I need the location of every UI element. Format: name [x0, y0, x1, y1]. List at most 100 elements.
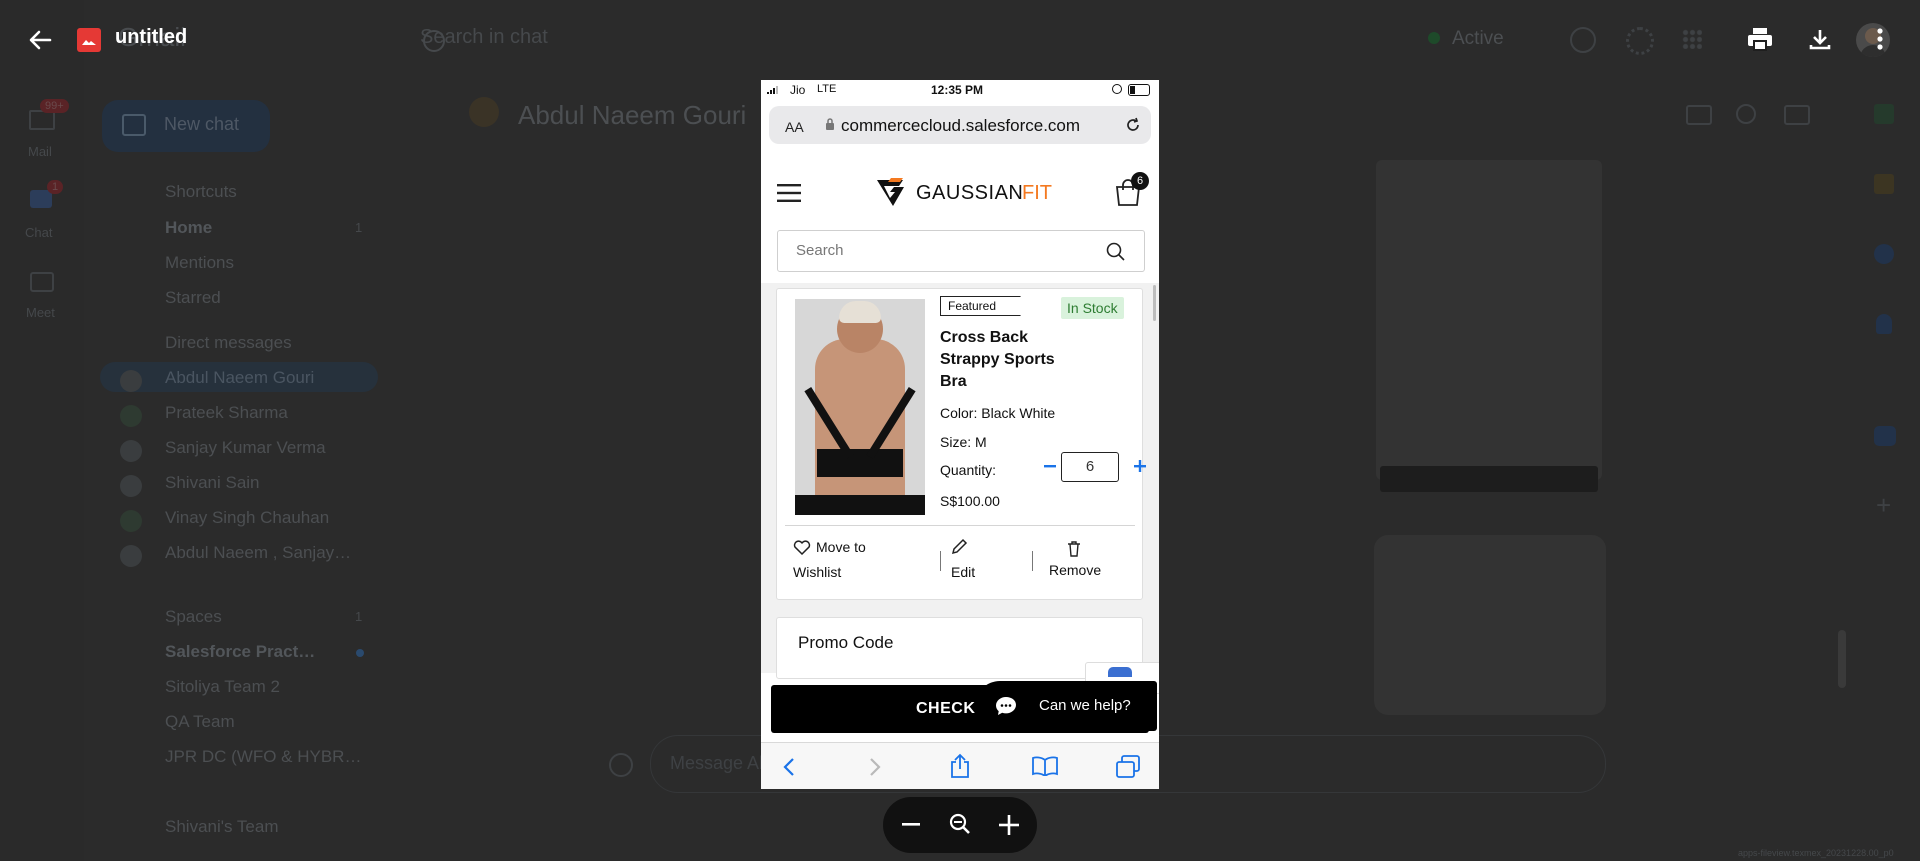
- reload-icon[interactable]: [1124, 116, 1142, 134]
- size-label: Size:: [940, 434, 972, 450]
- zoom-in-button[interactable]: [995, 811, 1023, 839]
- share-icon[interactable]: [949, 753, 971, 779]
- back-arrow-icon[interactable]: [24, 26, 56, 54]
- hamburger-menu-icon[interactable]: [777, 184, 801, 202]
- gmail-search-icon: [423, 30, 445, 52]
- in-stock-badge: In Stock: [1061, 297, 1124, 319]
- product-card: Featured In Stock Cross Back Strappy Spo…: [776, 288, 1146, 600]
- site-search-input[interactable]: Search: [777, 230, 1145, 272]
- alarm-icon: [1112, 84, 1122, 94]
- dm-item: Vinay Singh Chauhan: [165, 508, 330, 527]
- gmail-status: Active: [1452, 28, 1504, 49]
- color-label: Color:: [940, 405, 978, 421]
- add-icon: [609, 753, 633, 777]
- tasks-icon: [1874, 244, 1894, 264]
- add-app-icon: +: [1876, 490, 1892, 520]
- product-name-line: Strappy Sports: [940, 351, 1055, 368]
- divider: [940, 551, 941, 571]
- phone-screenshot: Jio LTE 12:35 PM AA commercecloud.salesf…: [761, 80, 1159, 789]
- battery-icon: [1128, 84, 1150, 96]
- image-file-icon: [77, 28, 101, 52]
- help-icon: [1570, 27, 1596, 53]
- avatar: [120, 440, 142, 462]
- zoom-icon: [946, 810, 974, 838]
- status-bar: Jio LTE 12:35 PM: [761, 80, 1159, 100]
- product-name-line: Cross Back: [940, 329, 1029, 346]
- shortcut-starred: Starred: [165, 288, 221, 307]
- contacts-icon: [1876, 314, 1892, 334]
- browser-forward-icon[interactable]: [869, 757, 881, 777]
- chat-search-icon: [1736, 104, 1756, 124]
- zoom-controls: [883, 797, 1037, 853]
- print-icon[interactable]: [1744, 24, 1776, 54]
- quantity-decrease-button[interactable]: [1039, 455, 1061, 477]
- search-placeholder: Search: [796, 242, 844, 259]
- pop-out-icon: [1784, 105, 1810, 125]
- color-value: Black White: [981, 405, 1056, 421]
- chat-badge: 1: [47, 180, 64, 194]
- zoom-out-button[interactable]: [897, 811, 925, 839]
- download-icon[interactable]: [1804, 24, 1836, 54]
- size-value: M: [975, 434, 987, 450]
- product-color: Color: Black White: [940, 405, 1055, 421]
- more-vert-icon[interactable]: [1868, 24, 1892, 54]
- safari-toolbar: [761, 742, 1159, 789]
- move-to-wishlist-button[interactable]: Move to Wishlist: [793, 537, 923, 583]
- remove-button[interactable]: Remove: [1049, 537, 1119, 583]
- meet-rail-label: Meet: [26, 305, 55, 320]
- brand-name: GAUSSIAN: [916, 182, 1024, 204]
- space-item: JPR DC (WFO & HYBR…: [165, 747, 362, 766]
- keep-icon: [1874, 174, 1894, 194]
- scrollbar: [1838, 630, 1846, 688]
- browser-back-icon[interactable]: [783, 757, 795, 777]
- apps-grid-icon: [1682, 29, 1702, 49]
- tabs-icon[interactable]: [1115, 755, 1141, 779]
- avatar: [120, 370, 142, 392]
- brand-accent: FIT: [1022, 182, 1052, 204]
- space-item: Sitoliya Team 2: [165, 677, 280, 696]
- dm-item: Shivani Sain: [165, 473, 260, 492]
- quantity-increase-button[interactable]: [1129, 455, 1151, 477]
- preview-thumbnail: [1374, 535, 1606, 715]
- avatar: [120, 545, 142, 567]
- quantity-label: Quantity:: [940, 462, 997, 478]
- space-item: Shivani's Team: [165, 817, 279, 836]
- mail-rail-icon: [29, 110, 55, 130]
- viewer-title: untitled: [115, 26, 188, 48]
- product-size: Size: M: [940, 434, 987, 450]
- checkout-label: CHECK: [916, 700, 976, 717]
- product-name-line: Bra: [940, 373, 967, 390]
- url-text: commercecloud.salesforce.com: [841, 116, 1081, 135]
- video-call-icon: [1686, 105, 1712, 125]
- product-image[interactable]: [795, 299, 925, 515]
- quantity-input[interactable]: 6: [1061, 452, 1119, 482]
- chat-help-button[interactable]: Can we help?: [975, 681, 1157, 731]
- carrier-label: Jio: [790, 83, 806, 97]
- network-label: LTE: [817, 83, 837, 95]
- chat-help-label: Can we help?: [1039, 697, 1131, 714]
- edit-label: Edit: [951, 564, 976, 580]
- contact-avatar: [469, 97, 499, 127]
- search-icon[interactable]: [1106, 242, 1126, 262]
- url-bar[interactable]: AA commercecloud.salesforce.com: [769, 106, 1151, 144]
- divider: [785, 525, 1135, 526]
- dm-item: Prateek Sharma: [165, 403, 288, 422]
- wishlist-label-2: Wishlist: [793, 564, 842, 580]
- preview-thumbnail: [1376, 160, 1602, 480]
- product-price: S$100.00: [940, 493, 1000, 509]
- cart-count-badge: 6: [1131, 172, 1149, 190]
- text-size-button[interactable]: AA: [785, 119, 804, 135]
- space-item: Salesforce Pract…: [165, 642, 316, 661]
- bookmarks-icon[interactable]: [1031, 756, 1059, 776]
- spaces-count: 1: [355, 609, 363, 624]
- file-label: apps-fileview.texmex_20231228.00_p0: [1738, 848, 1894, 858]
- edit-button[interactable]: Edit: [951, 537, 1011, 583]
- heart-icon: [793, 540, 811, 555]
- chat-rail-icon: [30, 190, 52, 208]
- site-header: [761, 154, 1159, 294]
- unread-dot-icon: [356, 649, 364, 657]
- avatar: [120, 405, 142, 427]
- mail-rail-label: Mail: [28, 144, 52, 159]
- product-name[interactable]: Cross Back Strappy Sports Bra: [940, 327, 1055, 393]
- chat-rail-label: Chat: [25, 225, 53, 240]
